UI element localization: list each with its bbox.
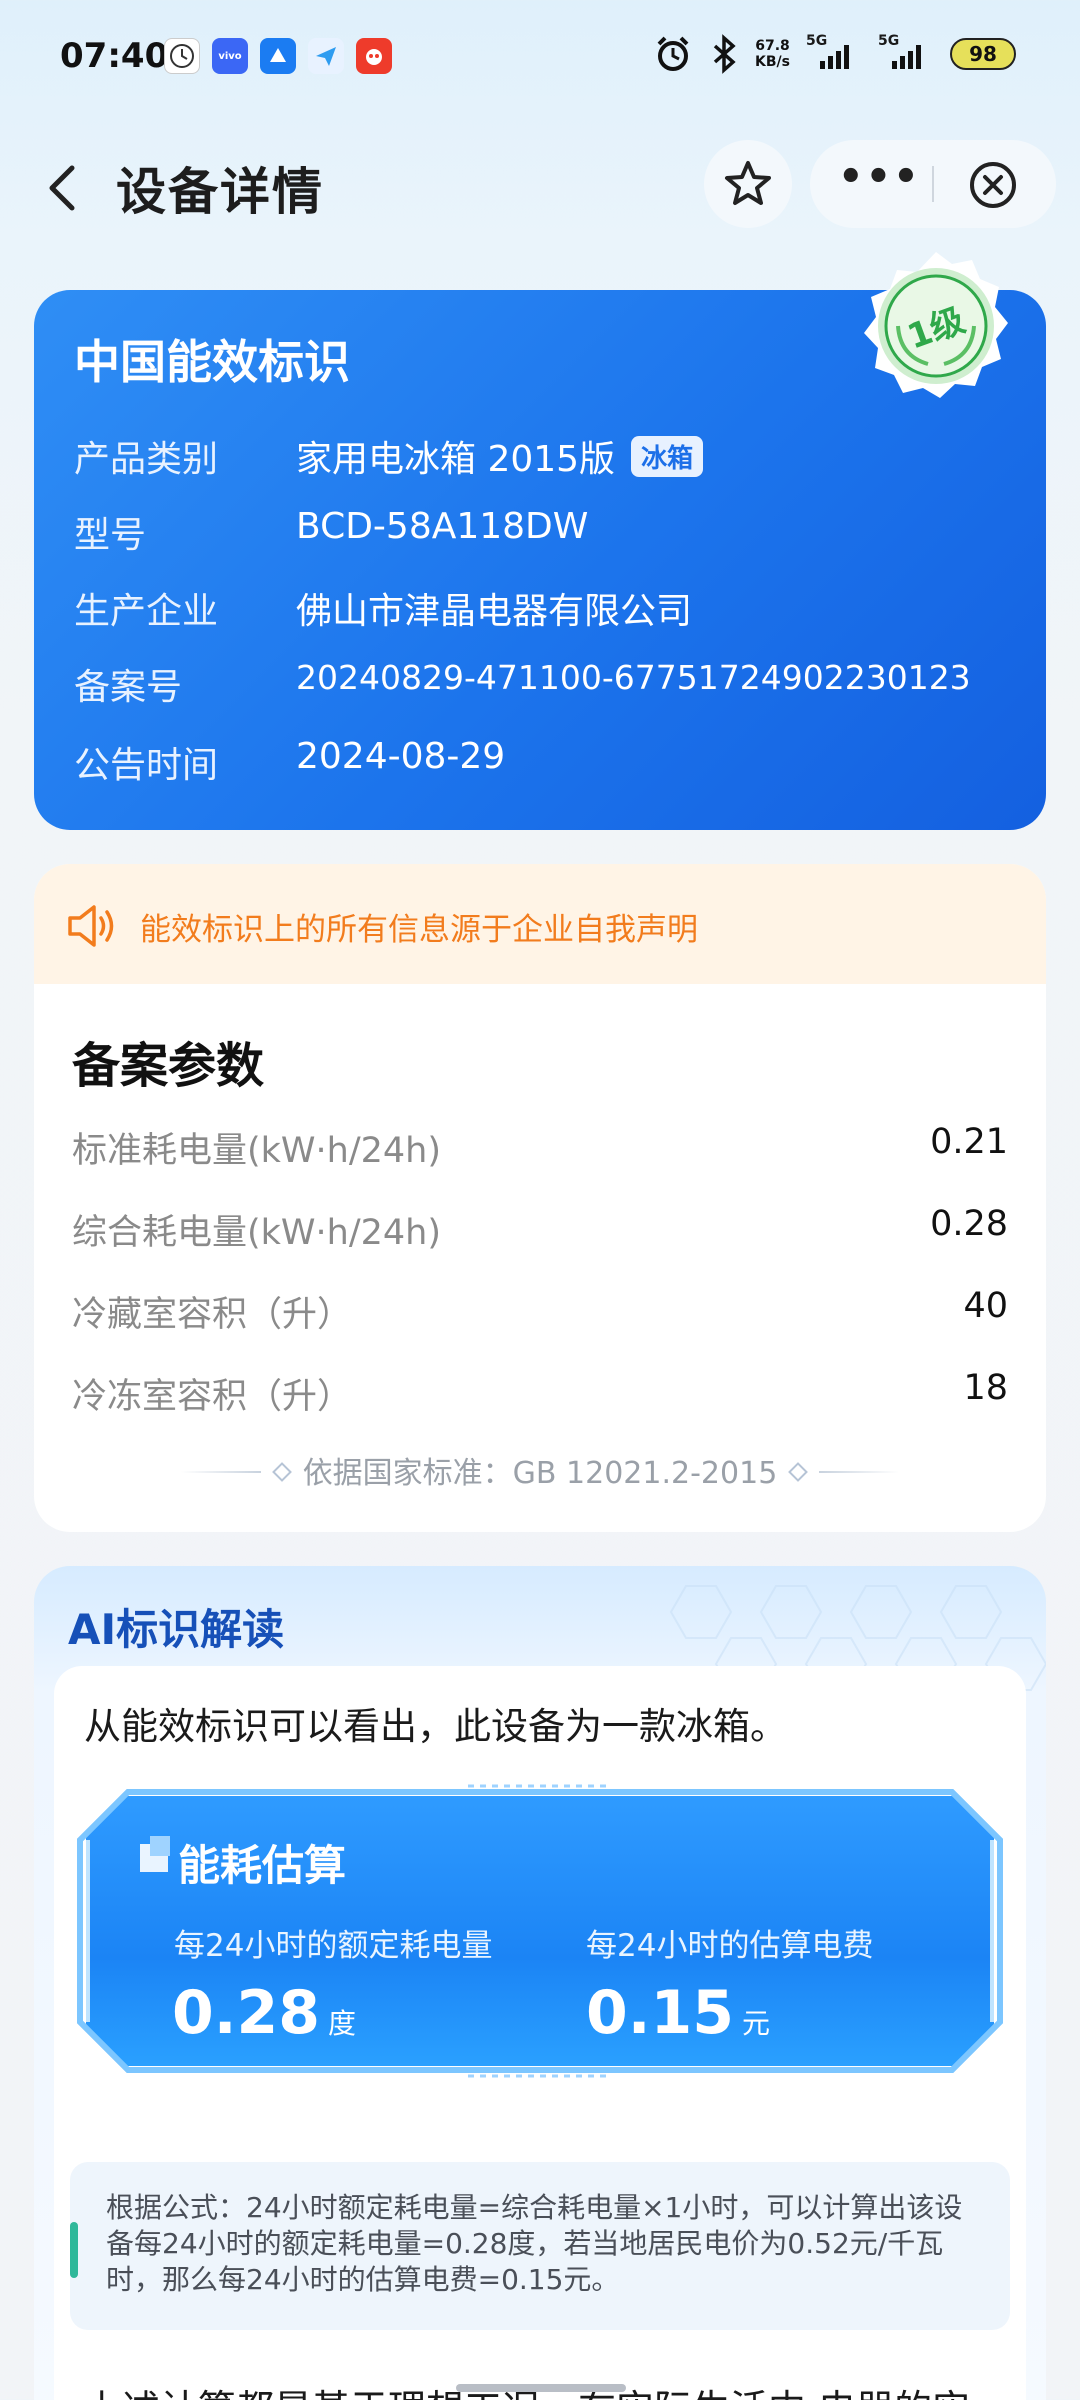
category-value: 家用电冰箱 2015版 [296,439,616,480]
category-tag: 冰箱 [631,436,704,477]
ai-title: AI标识解读 [68,1605,285,1654]
rated-consumption-value: 0.28 度 [172,1978,356,2048]
label-row-key: 生产企业 [74,591,219,632]
label-title: 中国能效标识 [74,335,350,389]
param-value: 0.21 [930,1122,1008,1162]
ai-intro-text: 从能效标识可以看出，此设备为一款冰箱。 [84,1705,787,1748]
diamond-icon [271,1462,292,1482]
vivo-app-label: vivo [218,50,242,62]
label-row-key: 备案号 [74,667,183,708]
status-time: 07:40 [60,36,169,76]
net-speed-value: 67.8 [755,38,790,54]
formula-box: 根据公式：24小时额定耗电量=综合耗电量×1小时，可以计算出该设备每24小时的额… [70,2162,1010,2330]
vivo-app-icon: vivo [212,38,248,74]
back-arrow-icon[interactable] [36,158,96,218]
taobao-app-icon [356,38,392,74]
diamond-icon [788,1462,809,1482]
bluetooth-icon [713,34,736,74]
notice-text: 能效标识上的所有信息源于企业自我声明 [140,912,698,948]
params-title: 备案参数 [72,1038,265,1094]
param-label: 冷藏室容积（升） [72,1295,353,1335]
param-label: 冷冻室容积（升） [72,1377,353,1417]
sim1-label: 5G [806,33,828,49]
divider-line [819,1471,900,1473]
send-app-icon [308,38,344,74]
capsule-divider [932,166,934,202]
rated-consumption-number: 0.28 [172,1978,321,2048]
home-indicator[interactable] [456,2384,626,2392]
status-app-icons: vivo [164,38,392,74]
close-icon[interactable] [968,160,1018,210]
signal-2-icon: 5G [878,33,934,69]
net-speed-unit: KB/s [755,54,790,70]
signal-1-icon: 5G [806,33,862,69]
more-icon[interactable]: ••• [838,157,919,206]
params-card: 能效标识上的所有信息源于企业自我声明 备案参数 标准耗电量(kW·h/24h) … [34,864,1046,1532]
browser-app-icon [260,38,296,74]
param-value: 40 [963,1286,1008,1326]
estimated-cost-unit: 元 [742,2007,771,2040]
notice-banner: 能效标识上的所有信息源于企业自我声明 [34,864,1046,984]
param-value: 0.28 [930,1204,1008,1244]
star-icon [725,161,771,205]
label-row-key: 产品类别 [74,439,219,480]
page-title: 设备详情 [116,163,324,221]
rated-consumption-label: 每24小时的额定耗电量 [174,1928,493,1964]
top-nav: 设备详情 ••• [0,140,1080,236]
param-label: 标准耗电量(kW·h/24h) [72,1131,442,1171]
manufacturer-value: 佛山市津晶电器有限公司 [296,591,693,632]
model-value: BCD-58A118DW [296,506,589,547]
estimated-cost-label: 每24小时的估算电费 [586,1928,874,1964]
alarm-icon [657,36,689,71]
param-row: 标准耗电量(kW·h/24h) 0.21 [72,1122,1008,1182]
param-row: 综合耗电量(kW·h/24h) 0.28 [72,1204,1008,1264]
param-row: 冷藏室容积（升） 40 [72,1286,1008,1346]
estimated-cost-number: 0.15 [586,1978,735,2048]
record-no-value: 20240829-471100-67751724902230123 [296,658,971,697]
label-row-key: 公告时间 [74,745,219,786]
param-label: 综合耗电量(kW·h/24h) [72,1213,442,1253]
status-right: 67.8 KB/s 5G 5G 98 [653,33,1016,74]
grade-seal-icon: 1级 [864,252,1008,398]
sim2-label: 5G [878,33,900,49]
estimate-square-accent [150,1836,170,1856]
clock-app-icon [164,38,200,74]
standard-note: 依据国家标准：GB 12021.2-2015 [34,1448,1046,1492]
ai-interpretation-card: AI标识解读 从能效标识可以看出，此设备为一款冰箱。 能耗估算 每24小时的额定… [34,1566,1046,2400]
label-row-key: 型号 [74,515,147,556]
divider-line [180,1471,261,1473]
favorite-button[interactable] [704,140,792,228]
net-speed: 67.8 KB/s [755,38,790,70]
mini-program-capsule: ••• [810,140,1056,228]
status-bar: 07:40 vivo 67.8 KB/s 5G 5G 98 [0,0,1080,116]
energy-estimate-panel: 能耗估算 每24小时的额定耗电量 每24小时的估算电费 0.28 度 0.15 元 [68,1780,1012,2082]
formula-text: 根据公式：24小时额定耗电量=综合耗电量×1小时，可以计算出该设备每24小时的额… [106,2191,963,2296]
estimate-title: 能耗估算 [178,1841,347,1890]
label-row-value: 家用电冰箱 2015版 冰箱 [296,430,704,482]
rated-consumption-unit: 度 [328,2007,357,2040]
date-value: 2024-08-29 [296,736,506,777]
param-row: 冷冻室容积（升） 18 [72,1368,1008,1428]
standard-text: 依据国家标准：GB 12021.2-2015 [302,1456,778,1491]
energy-label-card: 中国能效标识 1级 产品类别 家用电冰箱 2015版 冰箱 型号 BCD-58A1… [34,252,1046,830]
formula-accent-bar [70,2222,78,2278]
estimated-cost-value: 0.15 元 [586,1978,770,2048]
speaker-icon [68,905,114,947]
battery-icon: 98 [950,38,1016,70]
param-value: 18 [963,1368,1008,1408]
